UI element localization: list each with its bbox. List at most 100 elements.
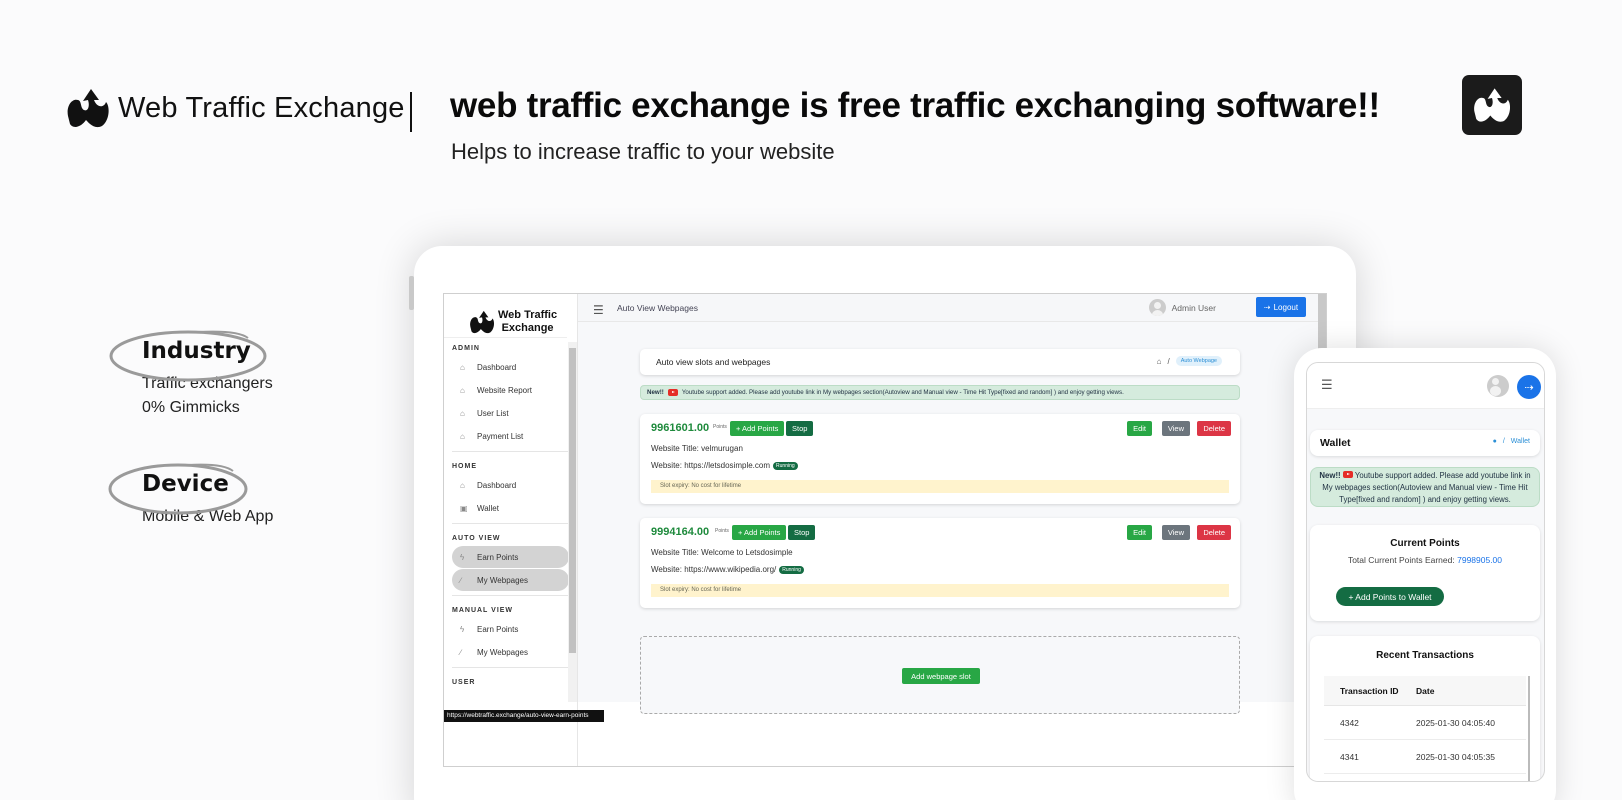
logout-label: Logout [1273,302,1299,312]
sidebar-item-label: Dashboard [477,480,517,490]
transactions-table: Transaction ID Date 4342 2025-01-30 04:0… [1324,676,1526,774]
sidebar-item-user-list[interactable]: ⌂ User List [452,402,569,424]
points-title: Current Points [1390,538,1460,549]
slot-website-text[interactable]: Website: https://letsdosimple.com [651,461,770,470]
logout-button[interactable]: ⇢ Logout [1256,297,1306,317]
notice-banner: New!! Youtube support added. Please add … [640,385,1240,400]
user-menu[interactable]: Admin User [1148,299,1216,316]
slot-expiry: Slot expiry: No cost for lifetime [651,584,1229,597]
sidebar-divider [452,667,569,668]
logout-icon[interactable]: ⇢ [1517,375,1541,399]
feature-industry: Industry Traffic exchangers 0% Gimmicks [108,328,273,420]
breadcrumb-current: Auto Webpage [1175,356,1222,366]
points-value: 7998905.00 [1457,555,1503,565]
slot-website-text[interactable]: Website: https://www.wikipedia.org/ [651,565,776,574]
slot-expiry: Slot expiry: No cost for lifetime [651,480,1229,493]
slot-title: Website Title: velmurugan [651,444,743,453]
sidebar-section-label: HOME [452,463,477,470]
slot-points-label: Points [713,424,727,430]
section-title: Auto view slots and webpages [656,357,771,367]
breadcrumb-card: Auto view slots and webpages ⌂ / Auto We… [640,349,1240,375]
points-summary: Total Current Points Earned: 7998905.00 [1310,555,1540,565]
notice-new: New!! [1319,471,1341,480]
table-row: 4341 2025-01-30 04:05:35 [1324,740,1526,774]
slot-title: Website Title: Welcome to Letsdosimple [651,548,793,557]
sidebar-item-my-webpages[interactable]: ∕ My Webpages [452,641,569,663]
sidebar-item-label: Website Report [477,385,532,395]
youtube-icon [667,389,678,396]
slot-website: Website: https://letsdosimple.com Running [651,461,798,470]
table-cell: 2025-01-30 04:05:35 [1416,751,1495,762]
sidebar-item-label: Wallet [477,503,499,513]
sidebar-item-dashboard[interactable]: ⌂ Dashboard [452,356,569,378]
sidebar-item-website-report[interactable]: ⌂ Website Report [452,379,569,401]
add-points-to-wallet-button[interactable]: + Add Points to Wallet [1336,587,1444,606]
brand-logo: Web Traffic Exchange [64,86,405,130]
sidebar-item-wallet[interactable]: ▣ Wallet [452,497,569,519]
mobile-app-screen: ☰ ⇢ Wallet ● / Wallet New!! Youtube supp… [1306,362,1545,782]
laptop-button [409,276,414,310]
notice-text: Youtube support added. Please add youtub… [681,389,1124,396]
breadcrumb-separator: / [1167,356,1170,366]
stop-button[interactable]: Stop [786,421,814,436]
webpage-slot: 9994164.00 Points + Add Points Stop Edit… [640,518,1240,608]
sidebar-scrollbar[interactable] [568,342,577,702]
menu-icon[interactable]: ☰ [1321,377,1333,393]
add-webpage-slot-button[interactable]: Add webpage slot [902,668,980,684]
wallet-header-card: Wallet ● / Wallet [1310,430,1540,456]
sidebar-item-earn-points[interactable]: ϟ Earn Points [452,618,569,640]
view-button[interactable]: View [1161,421,1190,436]
home-icon[interactable]: ● [1493,438,1497,445]
home-icon: ⌂ [460,408,465,418]
breadcrumb-current: Wallet [1510,438,1530,445]
sidebar-item-label: Earn Points [477,552,519,562]
desktop-app-screen: Web Traffic Exchange ADMIN ⌂ Dashboard ⌂ Webs… [443,293,1327,767]
user-name: Admin User [1171,302,1216,313]
notice-new: New!! [647,389,664,396]
table-header: Transaction ID Date [1324,676,1526,706]
add-points-button[interactable]: + Add Points [732,525,787,540]
edit-button[interactable]: Edit [1127,421,1152,436]
add-slot-area: Add webpage slot [640,636,1240,714]
sidebar-item-label: My Webpages [477,575,528,585]
notice-banner: New!! Youtube support added. Please add … [1310,467,1540,507]
feature-line: 0% Gimmicks [142,399,240,416]
sidebar: Web Traffic Exchange ADMIN ⌂ Dashboard ⌂ Webs… [444,294,578,766]
link-icon: ∕ [460,575,462,585]
sidebar-item-label: Payment List [477,431,524,441]
sidebar-item-label: User List [477,408,509,418]
sidebar-item-label: Earn Points [477,624,519,634]
app-badge-icon [1462,75,1522,135]
bolt-icon: ϟ [460,624,465,634]
sidebar-section-label: USER [452,679,476,686]
sidebar-item-earn-points[interactable]: ϟ Earn Points [452,546,569,568]
breadcrumb: ● / Wallet [1493,438,1530,445]
edit-button[interactable]: Edit [1127,525,1152,540]
table-scrollbar[interactable] [1528,676,1530,781]
logout-icon: ⇢ [1263,302,1271,312]
home-icon: ⌂ [460,385,465,395]
sidebar-item-my-webpages[interactable]: ∕ My Webpages [452,569,569,591]
slot-website: Website: https://www.wikipedia.org/Runni… [651,565,804,574]
webpage-slot: 9961601.00 Points + Add Points Stop Edit… [640,414,1240,504]
delete-button[interactable]: Delete [1197,421,1231,436]
sidebar-item-payment-list[interactable]: ⌂ Payment List [452,425,569,447]
logo-text: Exchange [501,321,554,334]
avatar[interactable] [1487,375,1509,397]
breadcrumb: ⌂ / Auto Webpage [1157,356,1222,366]
sidebar-section-label: MANUAL VIEW [452,607,514,614]
breadcrumb-separator: / [1502,438,1505,445]
delete-button[interactable]: Delete [1197,525,1231,540]
sidebar-logo[interactable]: Web Traffic Exchange [444,294,567,338]
page-title: Auto View Webpages [617,303,698,313]
add-points-button[interactable]: + Add Points [730,421,785,436]
menu-icon[interactable]: ☰ [593,303,604,317]
sidebar-item-dashboard[interactable]: ⌂ Dashboard [452,474,569,496]
logo-text: Web Traffic [498,308,558,321]
view-button[interactable]: View [1161,525,1190,540]
status-badge: Running [773,461,798,470]
stop-button[interactable]: Stop [788,525,816,540]
sidebar-item-label: Dashboard [477,362,517,372]
home-icon[interactable]: ⌂ [1157,357,1162,366]
link-icon: ∕ [460,647,462,657]
